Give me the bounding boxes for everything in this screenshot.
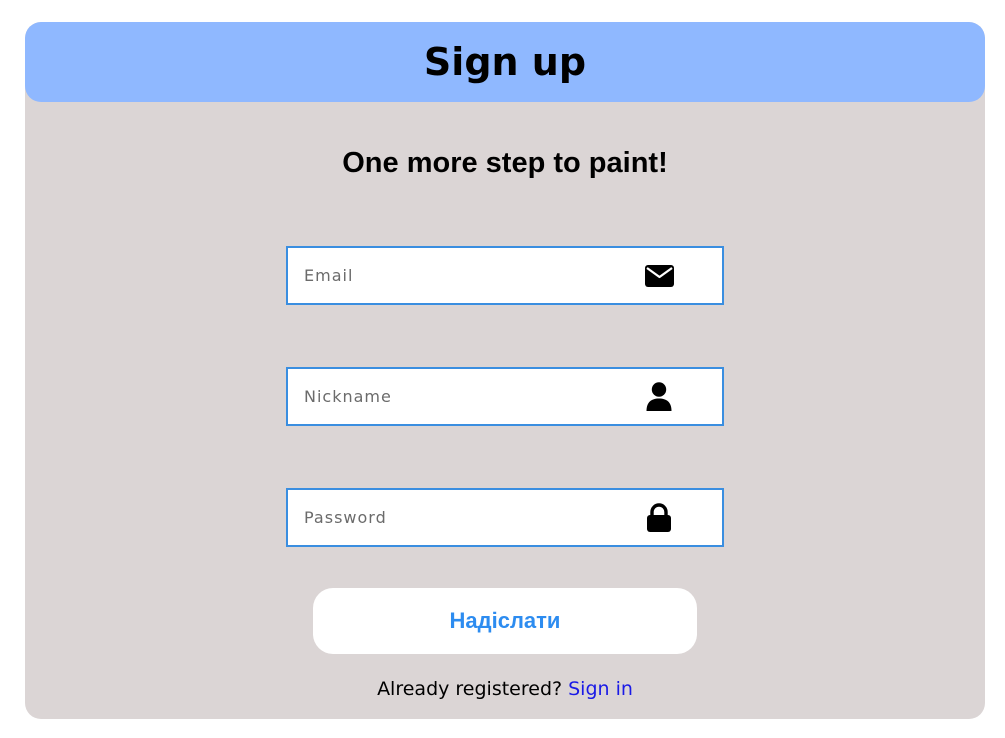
subtitle: One more step to paint! <box>342 147 668 179</box>
password-field[interactable] <box>288 490 644 545</box>
envelope-icon <box>644 261 674 291</box>
signup-card: Sign up One more step to paint! Email Ni… <box>25 22 985 719</box>
user-icon <box>644 382 674 412</box>
already-registered-text: Already registered? <box>377 678 563 700</box>
nickname-field-wrapper <box>286 367 724 426</box>
lock-icon <box>644 503 674 533</box>
password-field-wrapper <box>286 488 724 547</box>
email-field-wrapper <box>286 246 724 305</box>
page-title: Sign up <box>423 40 587 84</box>
email-field[interactable] <box>288 248 644 303</box>
nickname-field[interactable] <box>288 369 644 424</box>
signin-prompt: Already registered? Sign in <box>25 678 985 700</box>
submit-button[interactable]: Надіслати <box>313 588 697 654</box>
header-bar: Sign up <box>25 22 985 102</box>
sign-in-link[interactable]: Sign in <box>568 678 633 700</box>
